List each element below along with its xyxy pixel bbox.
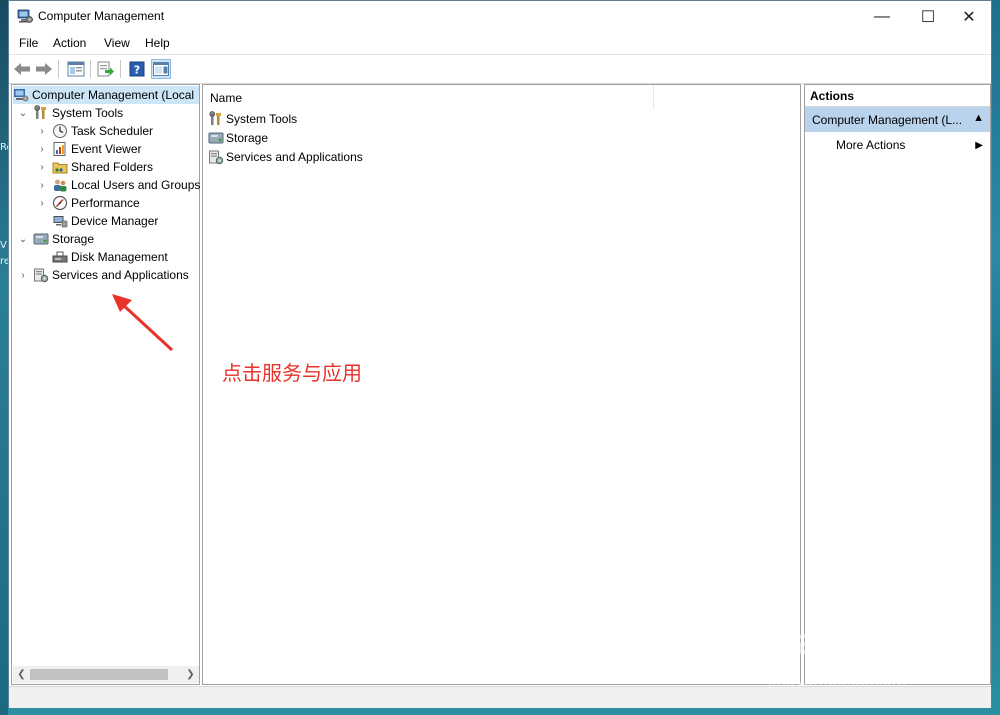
scroll-right-icon[interactable]: ❯ (182, 666, 199, 683)
chevron-right-icon[interactable]: › (17, 269, 29, 281)
tree-item-performance[interactable]: › Performance (36, 194, 140, 212)
chevron-down-icon[interactable]: ⌄ (17, 107, 29, 119)
close-button[interactable]: ✕ (946, 1, 992, 32)
list-item-label: System Tools (226, 112, 298, 126)
column-header-label: Name (210, 91, 243, 105)
tree-horizontal-scrollbar[interactable]: ❮ ❯ (13, 666, 199, 683)
menu-action[interactable]: Action (53, 36, 86, 50)
tree-item-local-users-groups[interactable]: › Local Users and Groups (36, 176, 200, 194)
clock-icon (52, 123, 68, 139)
console-tree-pane: Computer Management (Local ⌄ System Tool… (11, 84, 200, 685)
export-list-icon[interactable] (96, 59, 116, 79)
title-bar[interactable]: Computer Management — ☐ ✕ (9, 1, 991, 32)
menu-view[interactable]: View (104, 36, 130, 50)
more-actions-label: More Actions (836, 138, 906, 152)
menu-bar: File Action View Help (9, 32, 991, 54)
services-applications-icon (208, 149, 224, 165)
tree-item-label: Services and Applications (52, 268, 189, 282)
list-item-services-applications[interactable]: Services and Applications (208, 148, 363, 166)
tree-item-label: Computer Management (Local (32, 88, 195, 102)
performance-gauge-icon (52, 195, 68, 211)
device-manager-icon (52, 213, 68, 229)
tree-item-label: Local Users and Groups (71, 178, 201, 192)
tree-item-device-manager[interactable]: Device Manager (36, 212, 158, 230)
tree-item-storage[interactable]: ⌄ Storage (17, 230, 94, 248)
tools-icon (208, 111, 224, 127)
tree-item-label: Event Viewer (71, 142, 142, 156)
watermark-url: jingyan.baidu.com (768, 672, 907, 690)
toolbar-separator (58, 60, 59, 78)
storage-icon (33, 231, 49, 247)
show-hide-action-pane-icon[interactable] (151, 59, 171, 79)
scrollbar-thumb[interactable] (30, 669, 168, 680)
tree-item-disk-management[interactable]: Disk Management (36, 248, 168, 266)
tree-item-system-tools[interactable]: ⌄ System Tools (17, 104, 123, 122)
chevron-right-icon[interactable]: › (36, 197, 48, 209)
chevron-right-icon[interactable]: › (36, 143, 48, 155)
menu-help[interactable]: Help (145, 36, 170, 50)
desktop-edge (0, 0, 8, 715)
scroll-left-icon[interactable]: ❮ (13, 666, 30, 683)
tree-item-label: System Tools (52, 106, 124, 120)
event-viewer-icon (52, 141, 68, 157)
column-header-name[interactable]: Name (203, 85, 654, 109)
watermark-cn: 经验 (900, 636, 948, 664)
list-item-system-tools[interactable]: System Tools (208, 110, 297, 128)
actions-section-computer-management[interactable]: Computer Management (L... ▲ (805, 107, 990, 132)
tree-item-task-scheduler[interactable]: › Task Scheduler (36, 122, 153, 140)
users-icon (52, 177, 68, 193)
watermark-brand-du: du (852, 622, 904, 663)
annotation-arrow-icon (112, 294, 174, 352)
services-applications-icon (33, 267, 49, 283)
computer-management-icon (13, 87, 29, 103)
tree-item-label: Storage (52, 232, 95, 246)
svg-text:?: ? (134, 64, 140, 77)
more-actions-item[interactable]: More Actions (836, 138, 905, 152)
tools-icon (33, 105, 49, 121)
desktop-text: V (0, 240, 7, 251)
actions-pane: Actions Computer Management (L... ▲ More… (804, 84, 991, 685)
annotation-text: 点击服务与应用 (222, 361, 362, 385)
show-hide-console-tree-icon[interactable] (66, 59, 86, 79)
tree-item-services-applications[interactable]: › Services and Applications (17, 266, 189, 284)
tree-item-label: Shared Folders (71, 160, 154, 174)
computer-management-icon (17, 8, 33, 24)
tree-item-label: Performance (71, 196, 140, 210)
tree-item-event-viewer[interactable]: › Event Viewer (36, 140, 141, 158)
storage-icon (208, 130, 224, 146)
watermark-brand: Bai (768, 622, 833, 663)
back-icon[interactable] (12, 59, 32, 79)
actions-pane-title: Actions (805, 85, 990, 107)
baidu-watermark: Bai du 经验 jingyan.baidu.com (762, 600, 952, 700)
shared-folder-icon (52, 159, 68, 175)
toolbar-separator (120, 60, 121, 78)
list-item-label: Storage (226, 131, 269, 145)
list-item-storage[interactable]: Storage (208, 129, 268, 147)
toolbar-separator (90, 60, 91, 78)
chevron-down-icon[interactable]: ⌄ (17, 233, 29, 245)
menu-file[interactable]: File (19, 36, 38, 50)
chevron-right-icon[interactable]: › (36, 179, 48, 191)
tree-item-computer-management[interactable]: Computer Management (Local (13, 86, 199, 104)
tree-item-label: Disk Management (71, 250, 168, 264)
minimize-button[interactable]: — (859, 1, 905, 32)
submenu-arrow-icon: ▶ (975, 140, 983, 151)
disk-icon (52, 249, 68, 265)
maximize-button[interactable]: ☐ (905, 1, 951, 32)
tree-item-label: Task Scheduler (71, 124, 154, 138)
tree-item-shared-folders[interactable]: › Shared Folders (36, 158, 153, 176)
chevron-right-icon[interactable]: › (36, 125, 48, 137)
window-title: Computer Management (38, 9, 165, 23)
actions-section-label: Computer Management (L... (812, 113, 963, 127)
help-icon[interactable]: ? (127, 59, 147, 79)
list-item-label: Services and Applications (226, 150, 363, 164)
chevron-right-icon[interactable]: › (36, 161, 48, 173)
tree-item-label: Device Manager (71, 214, 159, 228)
toolbar: ? (9, 54, 991, 84)
forward-icon[interactable] (34, 59, 54, 79)
collapse-up-icon[interactable]: ▲ (973, 112, 984, 124)
